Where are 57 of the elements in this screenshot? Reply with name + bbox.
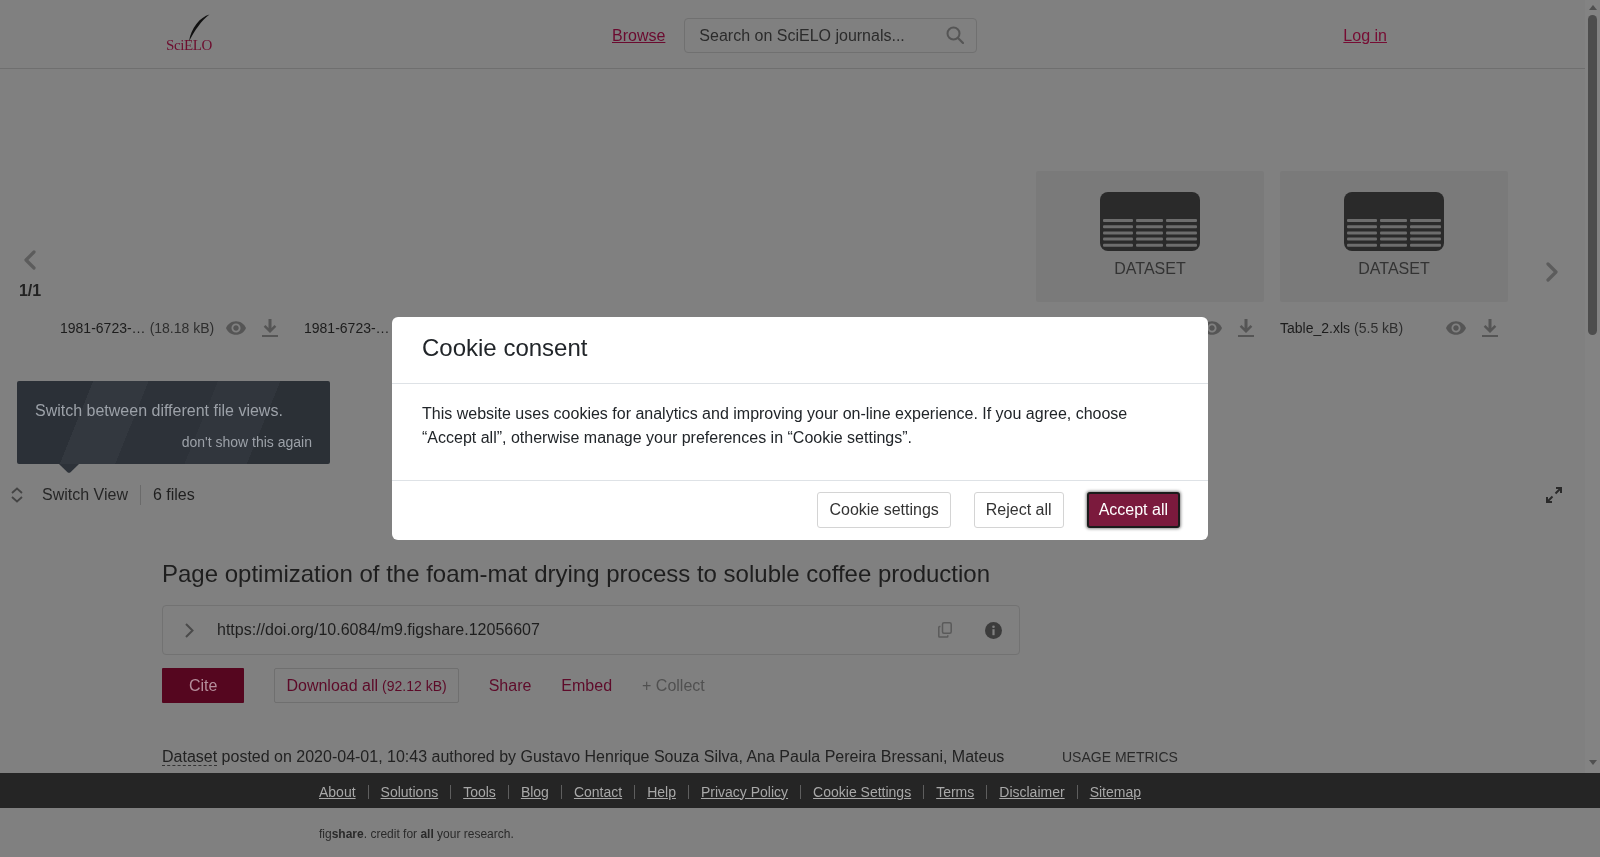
info-icon[interactable] xyxy=(985,621,1002,639)
tooltip-text: Switch between different file views. xyxy=(35,402,284,420)
footer-link[interactable]: Terms xyxy=(936,783,975,800)
footer-link[interactable]: Sitemap xyxy=(1089,783,1141,800)
scrollbar-thumb[interactable] xyxy=(1588,15,1597,335)
footer-link[interactable]: Privacy Policy xyxy=(700,783,789,800)
footer-link[interactable]: Blog xyxy=(520,783,549,800)
cite-button[interactable]: Cite xyxy=(162,668,245,703)
footer-link[interactable]: Solutions xyxy=(380,783,439,800)
file-name: 1981-6723-… xyxy=(60,320,146,336)
accept-button[interactable]: Accept all xyxy=(1086,492,1180,528)
search-icon[interactable] xyxy=(946,26,965,44)
footer-link[interactable]: Contact xyxy=(573,783,623,800)
swoosh-icon xyxy=(188,13,210,42)
download-icon[interactable] xyxy=(262,319,278,337)
footer-link[interactable]: Help xyxy=(647,783,676,800)
table-icon xyxy=(1344,192,1444,251)
dialog-button[interactable]: Reject all xyxy=(973,492,1064,528)
file-size: (18.18 kB) xyxy=(149,320,215,336)
download-icon[interactable] xyxy=(1482,319,1498,337)
dismiss-link[interactable]: don't show this again xyxy=(181,434,312,450)
file-count: 6 files xyxy=(152,486,195,504)
footer-link[interactable]: Tools xyxy=(463,783,496,800)
dataset-link[interactable]: Dataset xyxy=(162,748,218,766)
scroll-down-arrow-icon[interactable] xyxy=(1588,760,1597,765)
download-all-button[interactable]: Download all (92.12 kB) xyxy=(274,668,459,703)
download-icon[interactable] xyxy=(1238,319,1254,337)
tooltip-pointer-icon xyxy=(59,464,79,473)
footer-link[interactable]: About xyxy=(319,783,356,800)
action-link[interactable]: Embed xyxy=(561,668,613,703)
table-icon xyxy=(1100,192,1200,251)
file-name: 1981-6723-… xyxy=(304,320,390,336)
doi-url: https://doi.org/10.6084/m9.figshare.12056607 xyxy=(217,621,540,639)
action-link[interactable]: Share xyxy=(488,668,532,703)
chevron-left-icon[interactable] xyxy=(24,250,36,270)
chevron-right-icon[interactable] xyxy=(1546,262,1558,282)
chevron-right-icon[interactable] xyxy=(185,622,194,638)
up-down-chevrons-icon[interactable] xyxy=(10,487,24,503)
dialog-message: This website uses cookies for analytics and improving your on-line experience. If you agree, choose “Accept all”, otherwise manage your preferences in “Cookie settings”. xyxy=(422,404,1129,448)
search-field[interactable]: Search on SciELO journals... xyxy=(684,18,978,53)
copy-icon[interactable] xyxy=(938,622,952,638)
scroll-up-arrow-icon[interactable] xyxy=(1588,5,1597,10)
thumbnail-label: DATASET xyxy=(1114,260,1186,278)
usage-metrics-heading: USAGE METRICS xyxy=(1062,749,1178,765)
tagline: figshare. credit for all your research. xyxy=(319,827,514,841)
footer-link[interactable]: Disclaimer xyxy=(999,783,1065,800)
switch-view-button[interactable]: Switch View xyxy=(42,486,128,504)
file-name: Table_2.xls xyxy=(1280,320,1351,336)
posting-info: Dataset posted on 2020-04-01, 10:43 authored by Gustavo Henrique Souza Silva, Ana Paula Pereira Bressani, Mateus xyxy=(162,747,1006,768)
footer-link[interactable]: Cookie Settings xyxy=(813,783,912,800)
dialog-title: Cookie consent xyxy=(422,333,588,362)
item-title: Page optimization of the foam-mat drying process to soluble coffee production xyxy=(162,559,992,589)
fullscreen-icon[interactable] xyxy=(1546,487,1562,503)
dialog-button[interactable]: Cookie settings xyxy=(817,492,951,528)
file-size: (5.5 kB) xyxy=(1354,320,1404,336)
thumbnail-label: DATASET xyxy=(1358,260,1430,278)
page-counter: 1/1 xyxy=(18,281,42,301)
